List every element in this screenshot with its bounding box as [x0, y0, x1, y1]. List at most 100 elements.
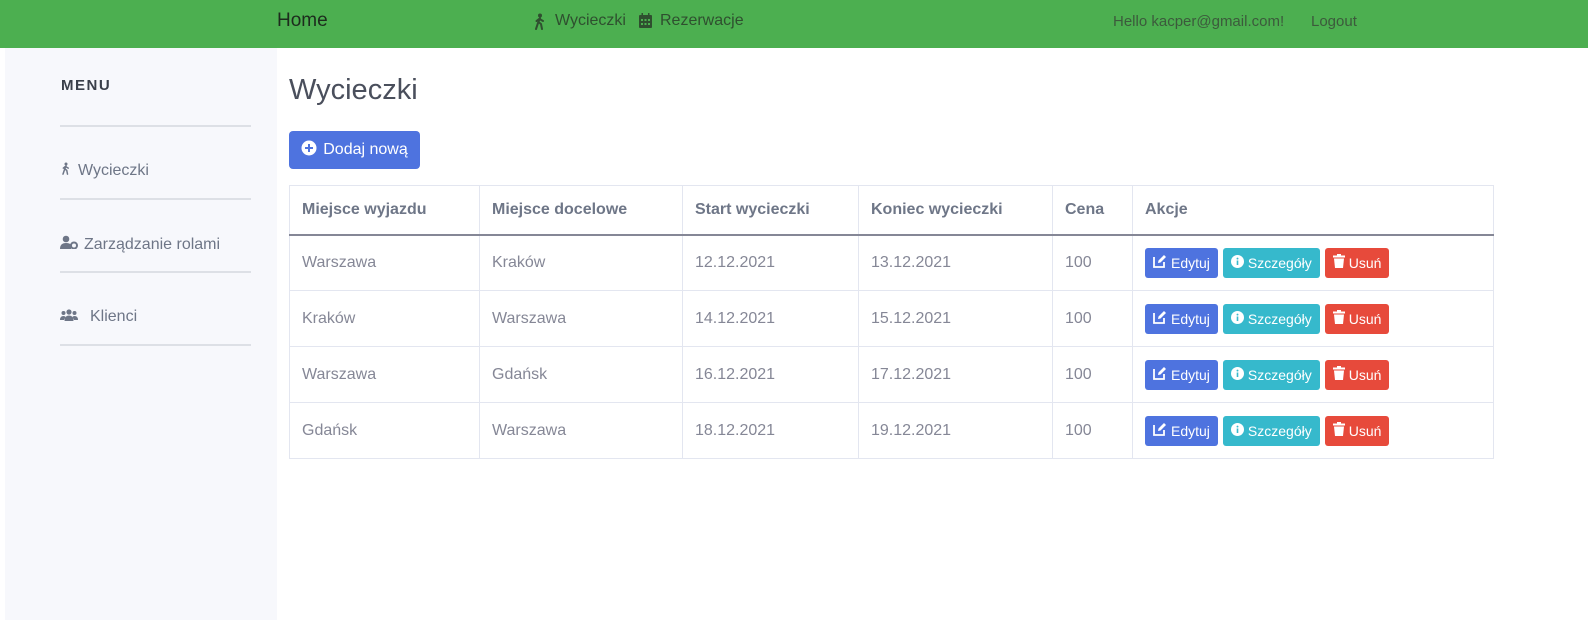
nav-link-label: Wycieczki: [555, 12, 626, 29]
table-cell: 100: [1052, 290, 1133, 347]
table-cell: 100: [1052, 402, 1133, 459]
delete-button[interactable]: Usuń: [1324, 359, 1390, 390]
table-cell: Warszawa: [289, 346, 480, 403]
sidebar-item-label: Wycieczki: [78, 162, 149, 179]
actions-cell: Edytuj Szczegóły Usuń: [1132, 234, 1494, 291]
sidebar-item-klienci[interactable]: Klienci: [60, 308, 137, 326]
table-row: Gdańsk Warszawa 18.12.2021 19.12.2021 10…: [289, 402, 1494, 459]
info-icon: [1230, 310, 1244, 327]
delete-label: Usuń: [1348, 254, 1382, 271]
edit-label: Edytuj: [1171, 310, 1210, 327]
nav-link-wycieczki[interactable]: Wycieczki: [532, 12, 626, 30]
table-cell: 100: [1052, 234, 1133, 291]
details-label: Szczegóły: [1247, 422, 1312, 439]
table-cell: 16.12.2021: [682, 346, 859, 403]
details-button[interactable]: Szczegóły: [1222, 359, 1320, 390]
table-header-row: Miejsce wyjazdu Miejsce docelowe Start w…: [289, 185, 1494, 236]
user-greeting: Hello kacper@gmail.com!: [1113, 13, 1285, 30]
hiking-icon: [532, 13, 548, 30]
column-header[interactable]: Koniec wycieczki: [858, 185, 1053, 236]
sidebar-item-label: Zarządzanie rolami: [84, 235, 221, 253]
table-row: Kraków Warszawa 14.12.2021 15.12.2021 10…: [289, 290, 1494, 347]
trash-icon: [1332, 366, 1345, 383]
sidebar: MENU Wycieczki Zarządzanie rolami Klienc…: [5, 48, 277, 620]
nav-link-label: Rezerwacje: [660, 12, 744, 29]
table-cell: 13.12.2021: [858, 234, 1053, 291]
nav-link-rezerwacje[interactable]: Rezerwacje: [638, 12, 744, 30]
table-cell: Gdańsk: [289, 402, 480, 459]
sidebar-item-wycieczki[interactable]: Wycieczki: [60, 162, 149, 180]
delete-button[interactable]: Usuń: [1324, 247, 1390, 278]
delete-button[interactable]: Usuń: [1324, 415, 1390, 446]
details-label: Szczegóły: [1247, 254, 1312, 271]
info-icon: [1230, 254, 1244, 271]
column-header[interactable]: Start wycieczki: [682, 185, 859, 236]
page-title: Wycieczki: [289, 74, 418, 106]
table-cell: Warszawa: [479, 402, 683, 459]
trash-icon: [1332, 254, 1345, 271]
actions-cell: Edytuj Szczegóły Usuń: [1132, 290, 1494, 347]
column-header[interactable]: Miejsce wyjazdu: [289, 185, 480, 236]
sidebar-item-label: Klienci: [90, 308, 138, 325]
add-new-button[interactable]: Dodaj nową: [289, 131, 420, 169]
sidebar-divider: [60, 198, 251, 200]
edit-button[interactable]: Edytuj: [1145, 415, 1218, 446]
sidebar-divider: [60, 271, 251, 273]
edit-button[interactable]: Edytuj: [1145, 359, 1218, 390]
plus-circle-icon: [301, 140, 317, 161]
table-cell: 15.12.2021: [858, 290, 1053, 347]
details-button[interactable]: Szczegóły: [1222, 415, 1320, 446]
edit-label: Edytuj: [1171, 254, 1210, 271]
details-button[interactable]: Szczegóły: [1222, 247, 1320, 278]
table-cell: 100: [1052, 346, 1133, 403]
top-navbar: Home Wycieczki Rezerwacje Hello kacper@g…: [0, 0, 1588, 48]
trash-icon: [1332, 422, 1345, 439]
brand-home-link[interactable]: Home: [277, 10, 328, 32]
column-header: Akcje: [1132, 185, 1494, 236]
column-header[interactable]: Miejsce docelowe: [479, 185, 683, 236]
sidebar-title: MENU: [61, 77, 112, 94]
table-cell: 18.12.2021: [682, 402, 859, 459]
sidebar-divider: [60, 125, 251, 127]
calendar-icon: [638, 13, 653, 29]
table-cell: 14.12.2021: [682, 290, 859, 347]
table-row: Warszawa Kraków 12.12.2021 13.12.2021 10…: [289, 234, 1494, 291]
details-button[interactable]: Szczegóły: [1222, 303, 1320, 334]
hiking-icon: [60, 162, 72, 180]
edit-icon: [1153, 366, 1167, 383]
actions-cell: Edytuj Szczegóły Usuń: [1132, 346, 1494, 403]
details-label: Szczegóły: [1247, 366, 1312, 383]
table-cell: Warszawa: [289, 234, 480, 291]
delete-button[interactable]: Usuń: [1324, 303, 1390, 334]
sidebar-item-zarzadzanie-rolami[interactable]: Zarządzanie rolami: [60, 235, 220, 254]
table-cell: 17.12.2021: [858, 346, 1053, 403]
delete-label: Usuń: [1348, 422, 1382, 439]
table-row: Warszawa Gdańsk 16.12.2021 17.12.2021 10…: [289, 346, 1494, 403]
table-cell: Warszawa: [479, 290, 683, 347]
details-label: Szczegóły: [1247, 310, 1312, 327]
trips-table: Miejsce wyjazdu Miejsce docelowe Start w…: [289, 185, 1494, 459]
actions-cell: Edytuj Szczegóły Usuń: [1132, 402, 1494, 459]
edit-label: Edytuj: [1171, 366, 1210, 383]
edit-button[interactable]: Edytuj: [1145, 247, 1218, 278]
edit-icon: [1153, 310, 1167, 327]
user-cog-icon: [60, 235, 78, 254]
delete-label: Usuń: [1348, 366, 1382, 383]
table-cell: 19.12.2021: [858, 402, 1053, 459]
column-header[interactable]: Cena: [1052, 185, 1133, 236]
table-cell: Kraków: [479, 234, 683, 291]
edit-label: Edytuj: [1171, 422, 1210, 439]
table-cell: Gdańsk: [479, 346, 683, 403]
edit-icon: [1153, 254, 1167, 271]
edit-icon: [1153, 422, 1167, 439]
sidebar-divider: [60, 344, 251, 346]
table-cell: 12.12.2021: [682, 234, 859, 291]
users-icon: [60, 308, 78, 326]
info-icon: [1230, 422, 1244, 439]
logout-link[interactable]: Logout: [1311, 13, 1357, 30]
info-icon: [1230, 366, 1244, 383]
edit-button[interactable]: Edytuj: [1145, 303, 1218, 334]
table-cell: Kraków: [289, 290, 480, 347]
trash-icon: [1332, 310, 1345, 327]
add-new-label: Dodaj nową: [323, 141, 408, 158]
